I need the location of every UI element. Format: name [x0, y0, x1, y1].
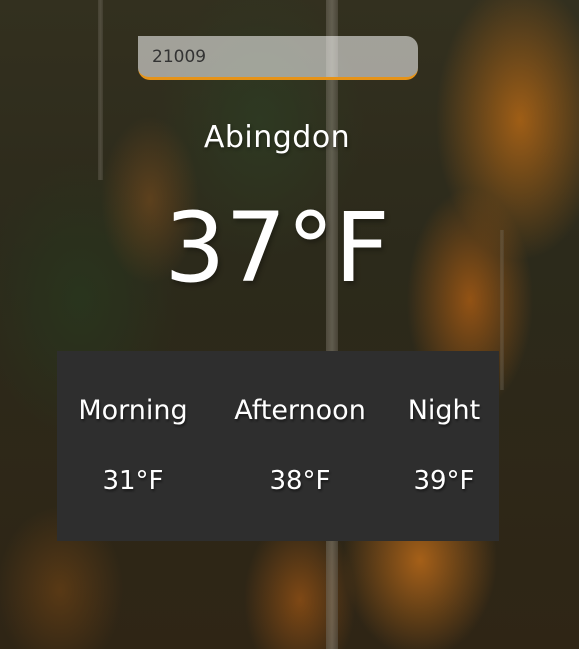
tree-trunk: [326, 0, 338, 649]
zip-code-input[interactable]: [138, 36, 418, 80]
period-temperature: 38°F: [269, 466, 331, 496]
period-label: Afternoon: [234, 395, 366, 426]
forecast-period-morning: Morning 31°F: [69, 395, 197, 496]
forecast-period-night: Night 39°F: [399, 395, 489, 496]
period-label: Morning: [78, 395, 188, 426]
period-label: Night: [407, 395, 481, 426]
period-temperature: 39°F: [413, 466, 475, 496]
city-name: Abingdon: [203, 120, 351, 155]
period-temperature: 31°F: [102, 466, 164, 496]
current-temperature: 37°F: [164, 192, 390, 304]
search-bar: [138, 36, 418, 80]
forest-background-image: [0, 0, 579, 649]
forecast-panel: Morning 31°F Afternoon 38°F Night 39°F: [57, 351, 499, 541]
forecast-period-afternoon: Afternoon 38°F: [223, 395, 377, 496]
